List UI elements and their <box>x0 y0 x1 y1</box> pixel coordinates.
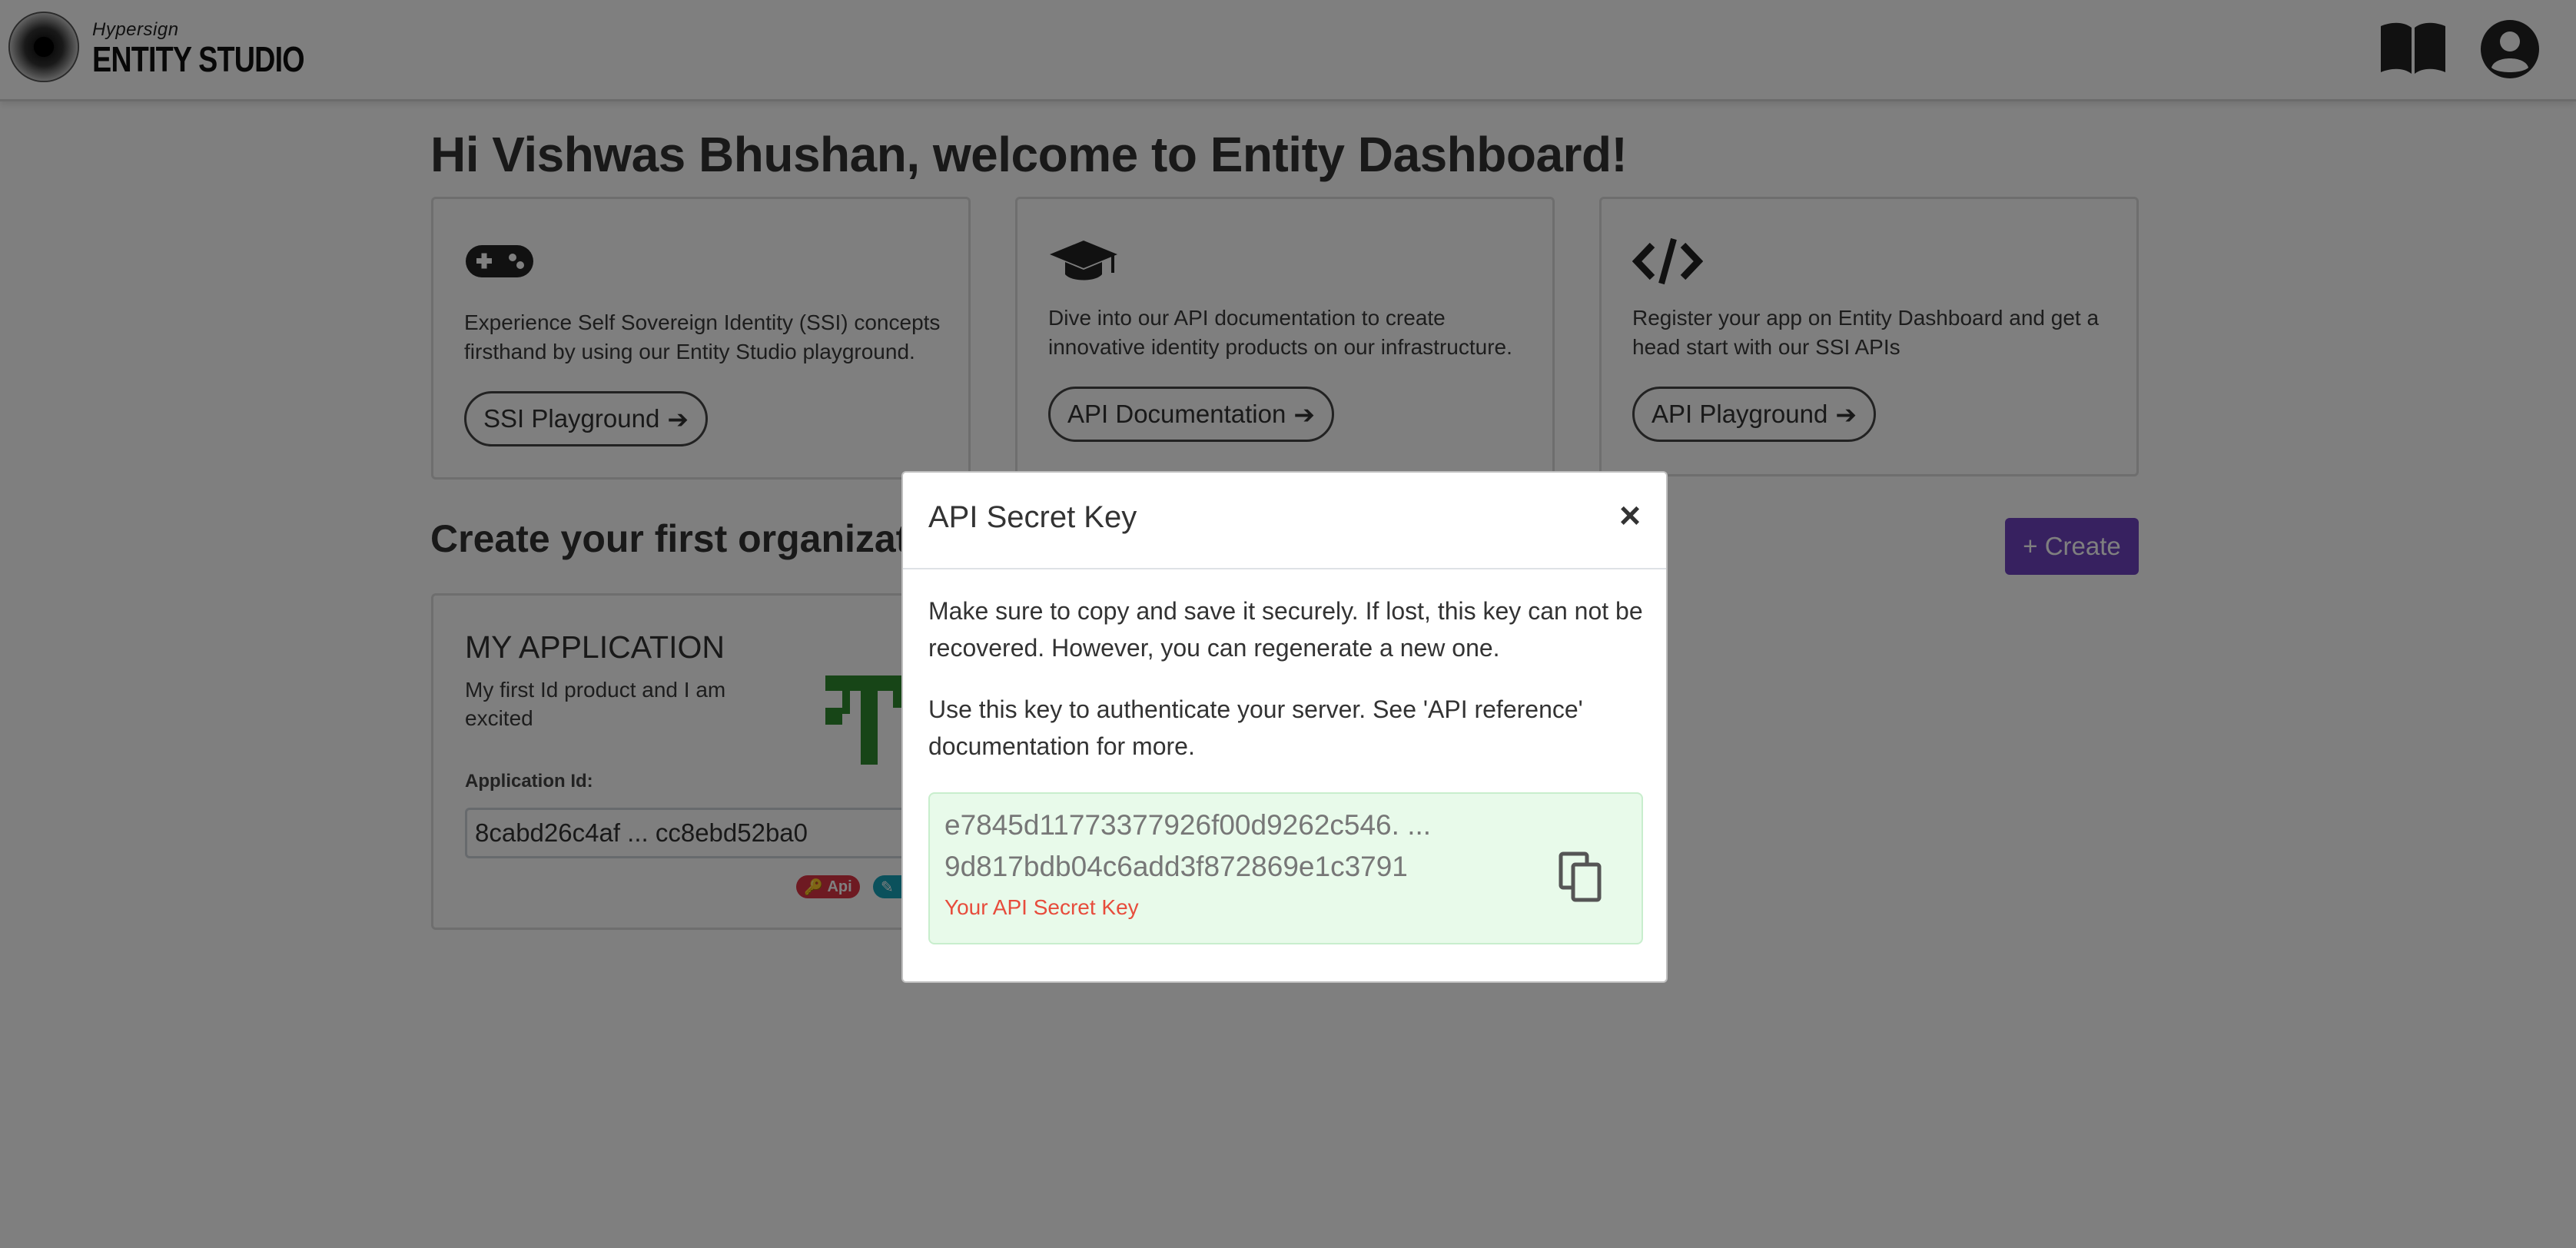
modal-title: API Secret Key <box>928 500 1137 534</box>
api-secret-key-modal: API Secret Key × Make sure to copy and s… <box>901 471 1668 983</box>
api-secret-key-line-1: e7845d11773377926f00d9262c546. ... <box>944 809 1432 841</box>
close-button[interactable]: × <box>1611 497 1649 536</box>
modal-warning-text: Make sure to copy and save it securely. … <box>928 597 1643 662</box>
modal-usage-text: Use this key to authenticate your server… <box>928 695 1583 760</box>
copy-icon[interactable] <box>1558 851 1604 903</box>
modal-header: API Secret Key × <box>903 473 1666 569</box>
api-secret-key-caption: Your API Secret Key <box>944 895 1139 919</box>
api-secret-key-line-2: 9d817bdb04c6add3f872869e1c3791 <box>944 851 1408 882</box>
api-secret-key-box: e7845d11773377926f00d9262c546. ... 9d817… <box>928 792 1643 944</box>
